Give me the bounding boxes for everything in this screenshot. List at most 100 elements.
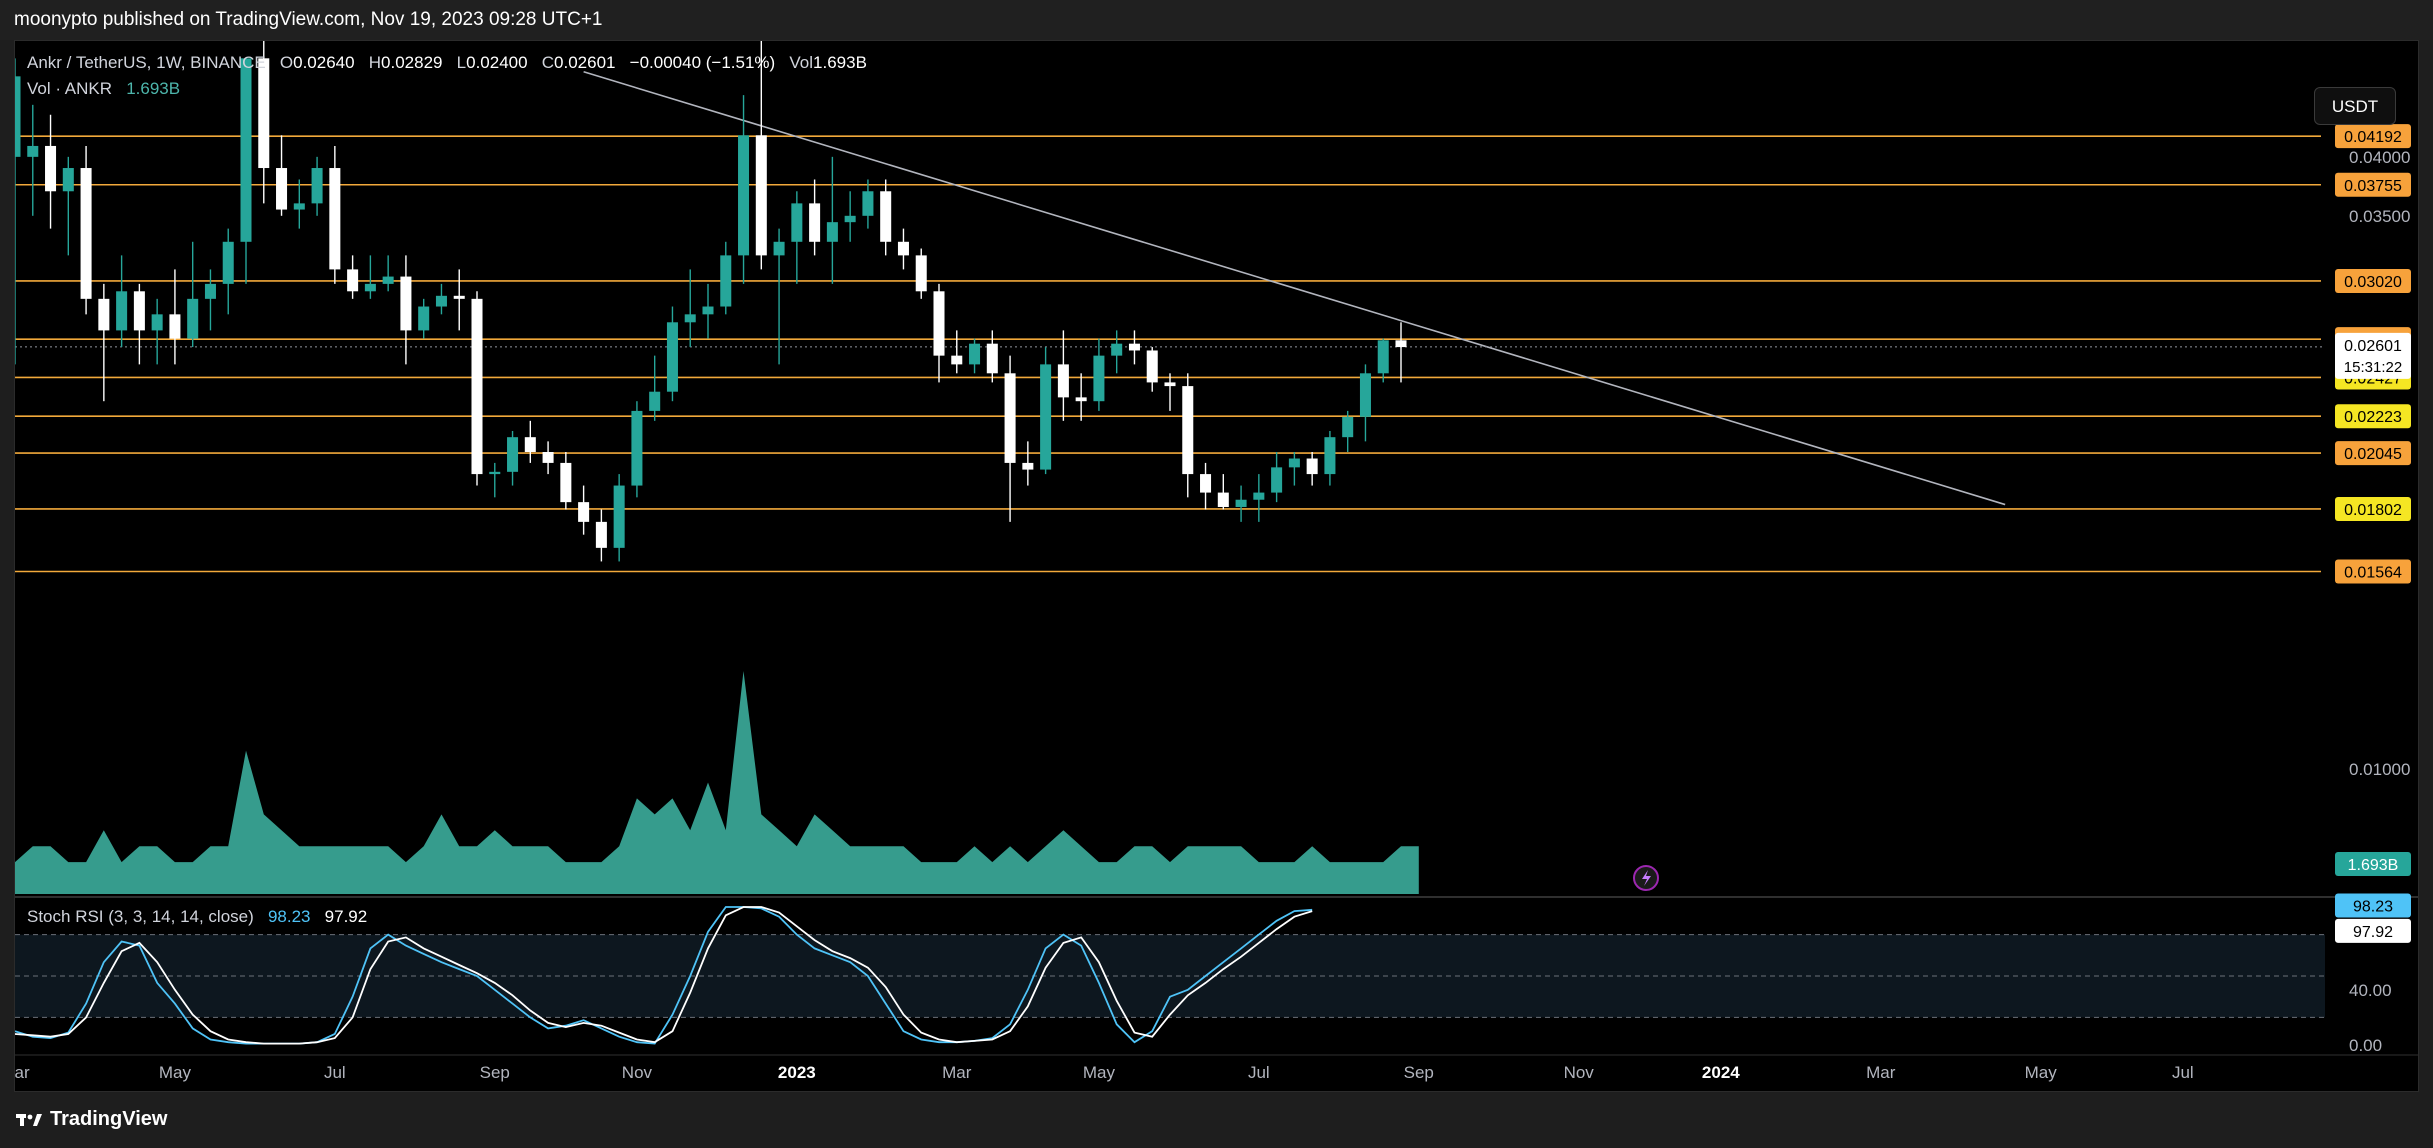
candle-body	[524, 437, 536, 453]
tradingview-brand: TradingView	[50, 1108, 168, 1130]
candle-body	[666, 322, 678, 392]
candle-body	[1395, 340, 1407, 348]
candle-body	[542, 452, 554, 463]
close-value: 0.02601	[554, 53, 616, 72]
published-header: moonypto published on TradingView.com, N…	[0, 0, 2433, 40]
candle-body	[613, 485, 625, 548]
chart-svg[interactable]: 0.04000 0.03500 0.01000 0.04192 0.03755 0.030…	[15, 41, 2418, 1091]
time-axis-label: Jul	[1248, 1063, 1270, 1082]
time-axis-label: Nov	[622, 1063, 653, 1082]
stoch-k-label: 98.23	[2353, 898, 2393, 915]
time-axis-label: May	[159, 1063, 192, 1082]
candle-body	[1235, 499, 1247, 507]
time-axis-label: Nov	[1564, 1063, 1595, 1082]
candle-body	[329, 168, 341, 270]
candle-body	[435, 295, 447, 307]
price-tick-label: 0.01000	[2349, 760, 2410, 779]
open-value: 0.02640	[293, 53, 355, 72]
candle-body	[1146, 350, 1158, 383]
candle-body	[80, 168, 92, 299]
candle-body	[1253, 492, 1265, 500]
time-axis-label: 2024	[1702, 1063, 1740, 1082]
candle-body	[1004, 373, 1016, 463]
candle-body	[27, 145, 39, 157]
candle-body	[1288, 458, 1300, 468]
stoch-label[interactable]: Stoch RSI (3, 3, 14, 14, close)	[27, 907, 254, 926]
low-value: 0.02400	[466, 53, 528, 72]
candle-body	[204, 283, 216, 299]
symbol-label[interactable]: Ankr / TetherUS, 1W, BINANCE	[27, 53, 266, 72]
candle-body	[489, 471, 501, 475]
open-label: O	[279, 53, 294, 72]
candle-body	[240, 58, 252, 242]
currency-unit-button[interactable]: USDT	[2314, 87, 2396, 125]
chart-frame[interactable]: 0.04000 0.03500 0.01000 0.04192 0.03755 0.030…	[14, 40, 2419, 1092]
level-price-label: 0.01564	[2344, 564, 2402, 581]
time-axis-label: Mar	[942, 1063, 972, 1082]
candle-body	[1182, 386, 1194, 475]
candle-body	[418, 306, 430, 331]
candle-body	[347, 269, 359, 292]
candle-body	[933, 291, 945, 356]
candle-body	[1324, 437, 1336, 475]
bar-countdown-label: 15:31:22	[2344, 359, 2402, 376]
candle-body	[133, 291, 145, 331]
candle-body	[1200, 474, 1212, 493]
candle-body	[258, 58, 270, 169]
time-axis-label: May	[2025, 1063, 2058, 1082]
candle-body	[98, 298, 110, 331]
level-price-label: 0.03755	[2344, 178, 2402, 195]
candle-body	[897, 241, 909, 256]
candle-body	[151, 314, 163, 331]
candle-body	[453, 295, 465, 299]
candle-body	[1093, 355, 1105, 402]
stoch-legend: Stoch RSI (3, 3, 14, 14, close) 98.23 97…	[27, 907, 367, 927]
ohlc-legend: Ankr / TetherUS, 1W, BINANCE O0.02640 H0…	[27, 53, 867, 73]
candle-body	[1306, 458, 1318, 475]
candle-body	[773, 241, 785, 256]
candle-body	[276, 168, 288, 210]
candle-body	[507, 437, 519, 472]
stoch-axis-label: 0.00	[2349, 1036, 2382, 1055]
candle-body	[631, 410, 643, 486]
candle-body	[915, 255, 927, 292]
volume-legend: Vol · ANKR 1.693B	[27, 79, 180, 99]
candle-body	[1342, 416, 1354, 438]
candle-body	[969, 343, 981, 365]
candle-body	[684, 314, 696, 323]
stoch-d-label: 97.92	[2353, 924, 2393, 941]
candle-body	[791, 203, 803, 242]
tradingview-logo[interactable]: TradingView	[16, 1108, 167, 1131]
volume-series-label[interactable]: Vol · ANKR	[27, 79, 112, 98]
candle-body	[720, 255, 732, 307]
volume-series-value: 1.693B	[126, 79, 181, 98]
candle-body	[222, 241, 234, 284]
candle-body	[986, 343, 998, 374]
candle-body	[649, 391, 661, 411]
level-price-label: 0.01802	[2344, 502, 2402, 519]
candle-body	[862, 191, 874, 216]
stoch-k-value: 98.23	[267, 907, 311, 926]
level-price-label: 0.04192	[2344, 129, 2402, 146]
time-axis-label: 2023	[778, 1063, 816, 1082]
candle-body	[880, 191, 892, 242]
candle-body	[382, 276, 394, 284]
level-price-label: 0.03020	[2344, 274, 2402, 291]
time-axis-label: Mar	[1866, 1063, 1896, 1082]
candle-body	[311, 168, 323, 204]
candle-body	[844, 215, 856, 223]
candle-body	[45, 145, 57, 192]
last-price-label: 0.02601	[2344, 338, 2402, 355]
time-axis-label: Sep	[480, 1063, 510, 1082]
candle-body	[1040, 364, 1052, 470]
low-label: L	[456, 53, 467, 72]
candle-body	[364, 283, 376, 292]
price-tick-label: 0.04000	[2349, 148, 2410, 167]
candle-body	[1057, 364, 1069, 398]
candle-body	[702, 306, 714, 315]
footer-bar: TradingView	[0, 1092, 2433, 1148]
candle-body	[116, 291, 128, 331]
candle-body	[1271, 467, 1283, 493]
candle-body	[169, 314, 181, 339]
candle-body	[1022, 462, 1034, 470]
